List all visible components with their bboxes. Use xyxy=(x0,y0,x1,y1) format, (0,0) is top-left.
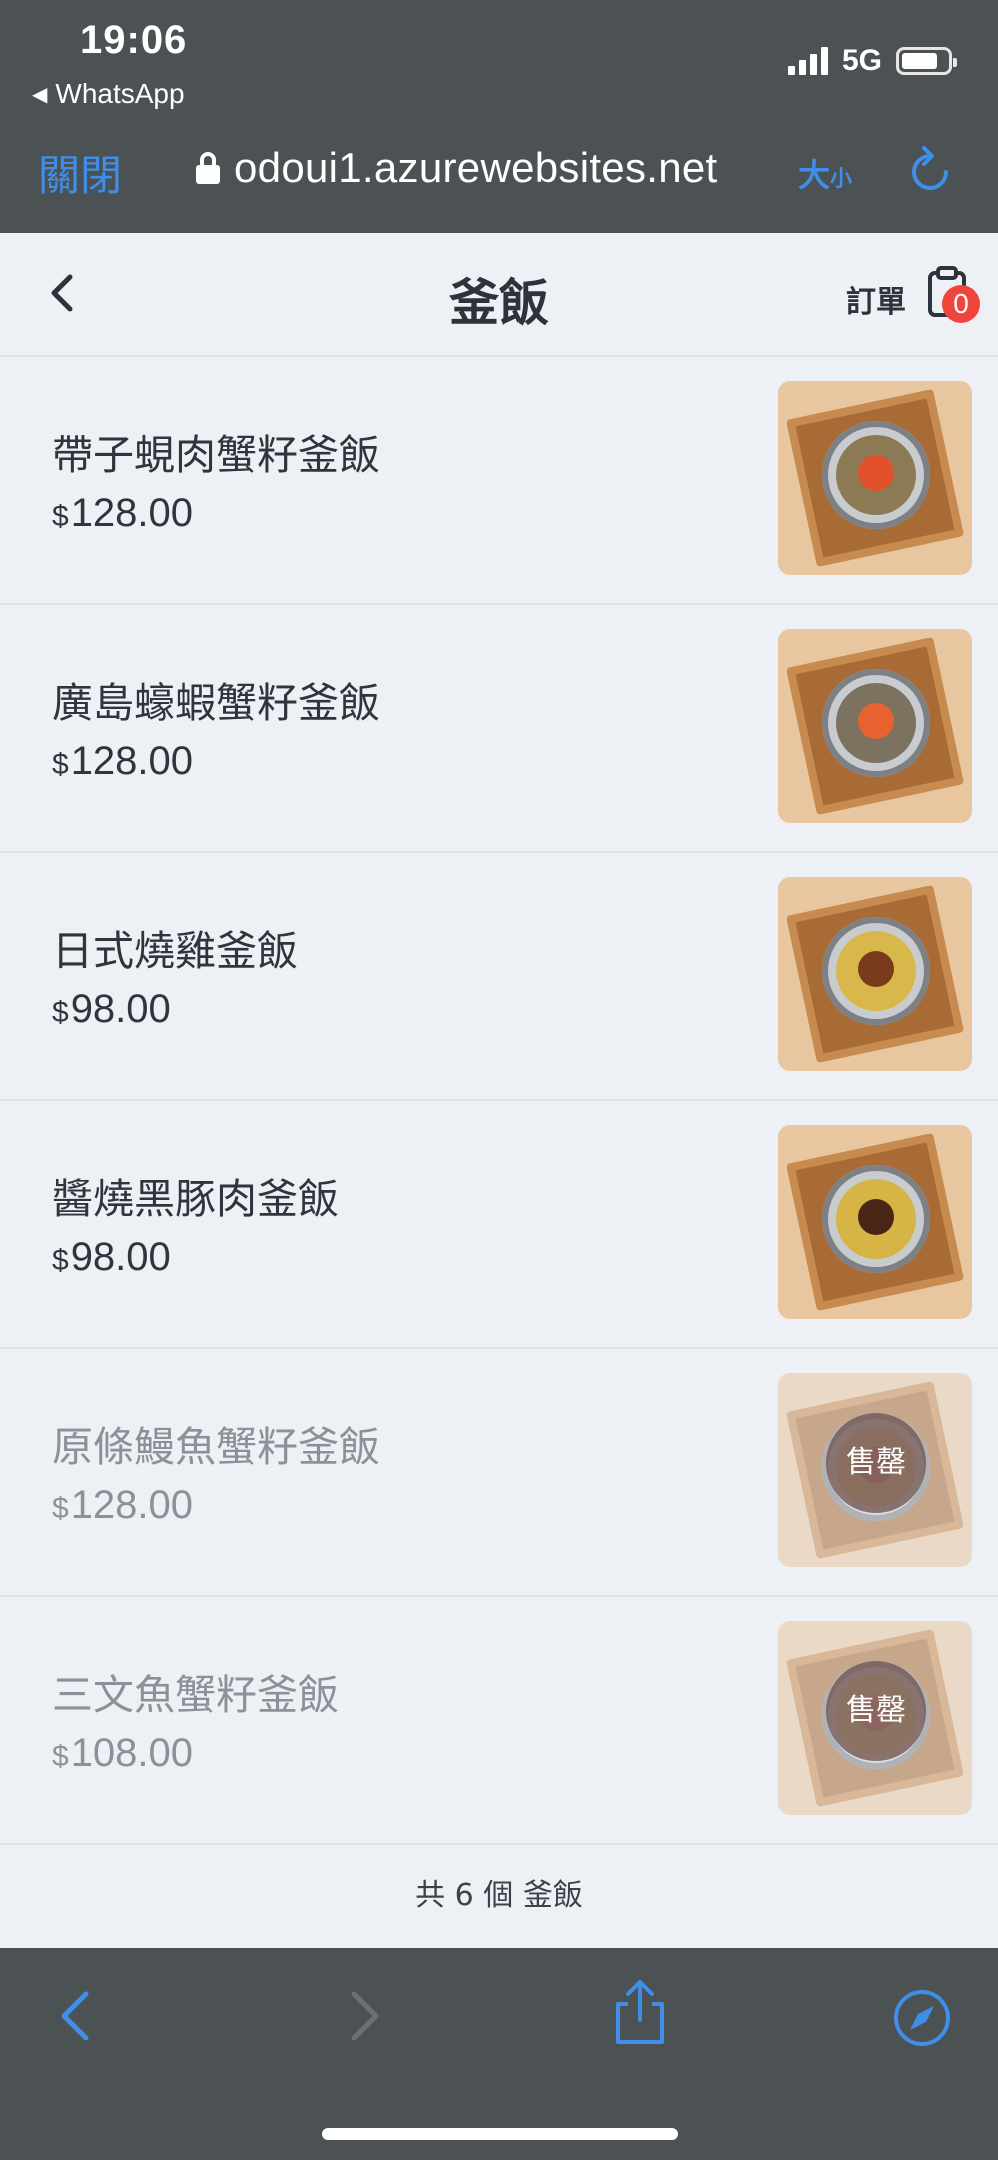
back-triangle-icon: ◀ xyxy=(32,83,48,106)
menu-item-name: 帶子蜆肉蟹籽釜飯 xyxy=(52,431,380,479)
signal-strength-icon xyxy=(787,47,828,75)
text-size-big-label: 大 xyxy=(798,156,831,194)
url-text: odoui1.azurewebsites.net xyxy=(234,144,718,191)
menu-item-price: $128.00 xyxy=(52,491,193,536)
menu-item-price: $128.00 xyxy=(52,1483,193,1528)
currency-symbol: $ xyxy=(52,500,69,533)
menu-item-price: $98.00 xyxy=(52,987,171,1032)
address-field[interactable]: odoui1.azurewebsites.net xyxy=(196,144,718,192)
back-to-app-link[interactable]: ◀ WhatsApp xyxy=(32,78,185,110)
price-amount: 98.00 xyxy=(70,987,171,1031)
menu-item[interactable]: 三文魚蟹籽釜飯 $108.00 售罄 xyxy=(0,1597,998,1845)
sold-out-badge: 售罄 xyxy=(826,1413,926,1513)
price-amount: 108.00 xyxy=(70,1731,194,1775)
menu-item-name: 廣島蠔蝦蟹籽釜飯 xyxy=(52,679,380,727)
currency-symbol: $ xyxy=(52,748,69,781)
lock-icon xyxy=(196,152,220,184)
price-amount: 98.00 xyxy=(70,1235,171,1279)
menu-item-price: $98.00 xyxy=(52,1235,171,1280)
menu-item-price: $128.00 xyxy=(52,739,193,784)
battery-icon xyxy=(896,47,957,75)
compass-icon[interactable] xyxy=(892,1988,952,2048)
menu-item-name: 日式燒雞釜飯 xyxy=(52,927,298,975)
item-count-text: 共 6 個 釜飯 xyxy=(415,1878,583,1913)
menu-item-name: 醬燒黑豚肉釜飯 xyxy=(52,1175,339,1223)
page-header: 釜飯 訂單 0 xyxy=(0,233,998,357)
currency-symbol: $ xyxy=(52,1244,69,1277)
order-link[interactable]: 訂單 xyxy=(846,277,906,321)
share-icon[interactable] xyxy=(612,1978,668,2046)
menu-item[interactable]: 原條鰻魚蟹籽釜飯 $128.00 售罄 xyxy=(0,1349,998,1597)
network-type: 5G xyxy=(841,44,882,77)
text-size-small-label: 小 xyxy=(830,167,853,192)
menu-list: 帶子蜆肉蟹籽釜飯 $128.00 廣島蠔蝦蟹籽釜飯 $128.00 日式燒雞釜飯 $98.… xyxy=(0,357,998,1845)
menu-item[interactable]: 醬燒黑豚肉釜飯 $98.00 xyxy=(0,1101,998,1349)
browser-top-chrome: 19:06 ◀ WhatsApp 5G 關閉 odoui1.azurewebsi… xyxy=(0,0,998,233)
status-time: 19:06 xyxy=(80,18,188,62)
reload-icon[interactable] xyxy=(908,144,952,194)
menu-item[interactable]: 日式燒雞釜飯 $98.00 xyxy=(0,853,998,1101)
close-button[interactable]: 關閉 xyxy=(38,142,122,203)
menu-item-name: 三文魚蟹籽釜飯 xyxy=(52,1671,339,1719)
menu-item-price: $108.00 xyxy=(52,1731,193,1776)
price-amount: 128.00 xyxy=(70,739,194,783)
kamameshi-photo[interactable] xyxy=(778,629,972,823)
price-amount: 128.00 xyxy=(70,491,194,535)
price-amount: 128.00 xyxy=(70,1483,194,1527)
kamameshi-photo[interactable] xyxy=(778,1125,972,1319)
forward-arrow-icon[interactable] xyxy=(344,1986,384,2046)
back-arrow-icon[interactable] xyxy=(56,1986,96,2046)
menu-item[interactable]: 帶子蜆肉蟹籽釜飯 $128.00 xyxy=(0,357,998,605)
menu-item-name: 原條鰻魚蟹籽釜飯 xyxy=(52,1423,380,1471)
kamameshi-photo[interactable] xyxy=(778,381,972,575)
back-app-label: WhatsApp xyxy=(55,78,185,109)
kamameshi-photo[interactable] xyxy=(778,877,972,1071)
status-indicators: 5G xyxy=(787,44,957,78)
currency-symbol: $ xyxy=(52,1740,69,1773)
url-bar: 關閉 odoui1.azurewebsites.net 大小 xyxy=(0,130,998,210)
currency-symbol: $ xyxy=(52,996,69,1029)
home-indicator xyxy=(322,2128,678,2140)
currency-symbol: $ xyxy=(52,1492,69,1525)
sold-out-badge: 售罄 xyxy=(826,1661,926,1761)
cart-count-badge: 0 xyxy=(942,285,980,323)
menu-item[interactable]: 廣島蠔蝦蟹籽釜飯 $128.00 xyxy=(0,605,998,853)
text-size-button[interactable]: 大小 xyxy=(798,150,852,196)
